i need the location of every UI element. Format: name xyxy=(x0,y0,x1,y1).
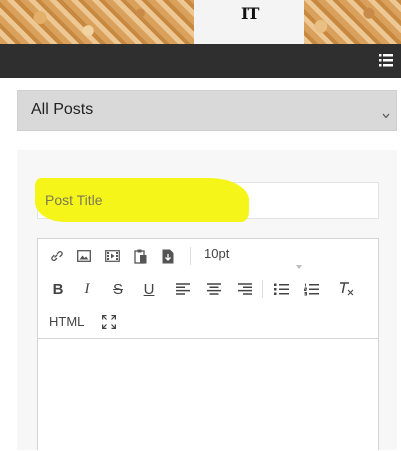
top-navbar xyxy=(0,44,401,78)
post-filter-value: All Posts xyxy=(31,101,94,118)
image-icon[interactable] xyxy=(73,245,95,267)
post-title-input[interactable] xyxy=(45,190,365,210)
numbered-list-icon[interactable] xyxy=(300,278,322,300)
editor-toolbar: 10pt B I S U HTML xyxy=(38,239,378,339)
html-source-button[interactable]: HTML xyxy=(49,314,84,329)
chevron-down-icon xyxy=(382,106,390,119)
editor-content-area[interactable] xyxy=(38,339,378,451)
header-banner: IT xyxy=(0,0,401,44)
paste-icon[interactable] xyxy=(129,245,151,267)
media-icon[interactable] xyxy=(101,245,123,267)
strikethrough-button[interactable]: S xyxy=(107,278,129,300)
toolbar-separator xyxy=(190,247,191,265)
link-icon[interactable] xyxy=(45,245,67,267)
align-right-icon[interactable] xyxy=(234,278,256,300)
site-logo-mark[interactable]: IT xyxy=(241,4,259,23)
bold-button[interactable]: B xyxy=(47,278,69,300)
underline-button[interactable]: U xyxy=(138,278,160,300)
list-icon[interactable] xyxy=(379,54,393,67)
bullet-list-icon[interactable] xyxy=(270,278,292,300)
rich-text-editor: 10pt B I S U HTML xyxy=(37,238,379,451)
toolbar-separator xyxy=(262,280,263,298)
italic-button[interactable]: I xyxy=(76,278,98,300)
chevron-down-icon xyxy=(296,256,302,269)
post-filter-select[interactable]: All Posts xyxy=(17,90,397,131)
align-center-icon[interactable] xyxy=(203,278,225,300)
clear-format-icon[interactable] xyxy=(335,278,357,300)
align-left-icon[interactable] xyxy=(172,278,194,300)
fullscreen-icon[interactable] xyxy=(98,311,120,333)
document-icon[interactable] xyxy=(157,245,179,267)
font-size-select[interactable]: 10pt xyxy=(204,246,229,261)
